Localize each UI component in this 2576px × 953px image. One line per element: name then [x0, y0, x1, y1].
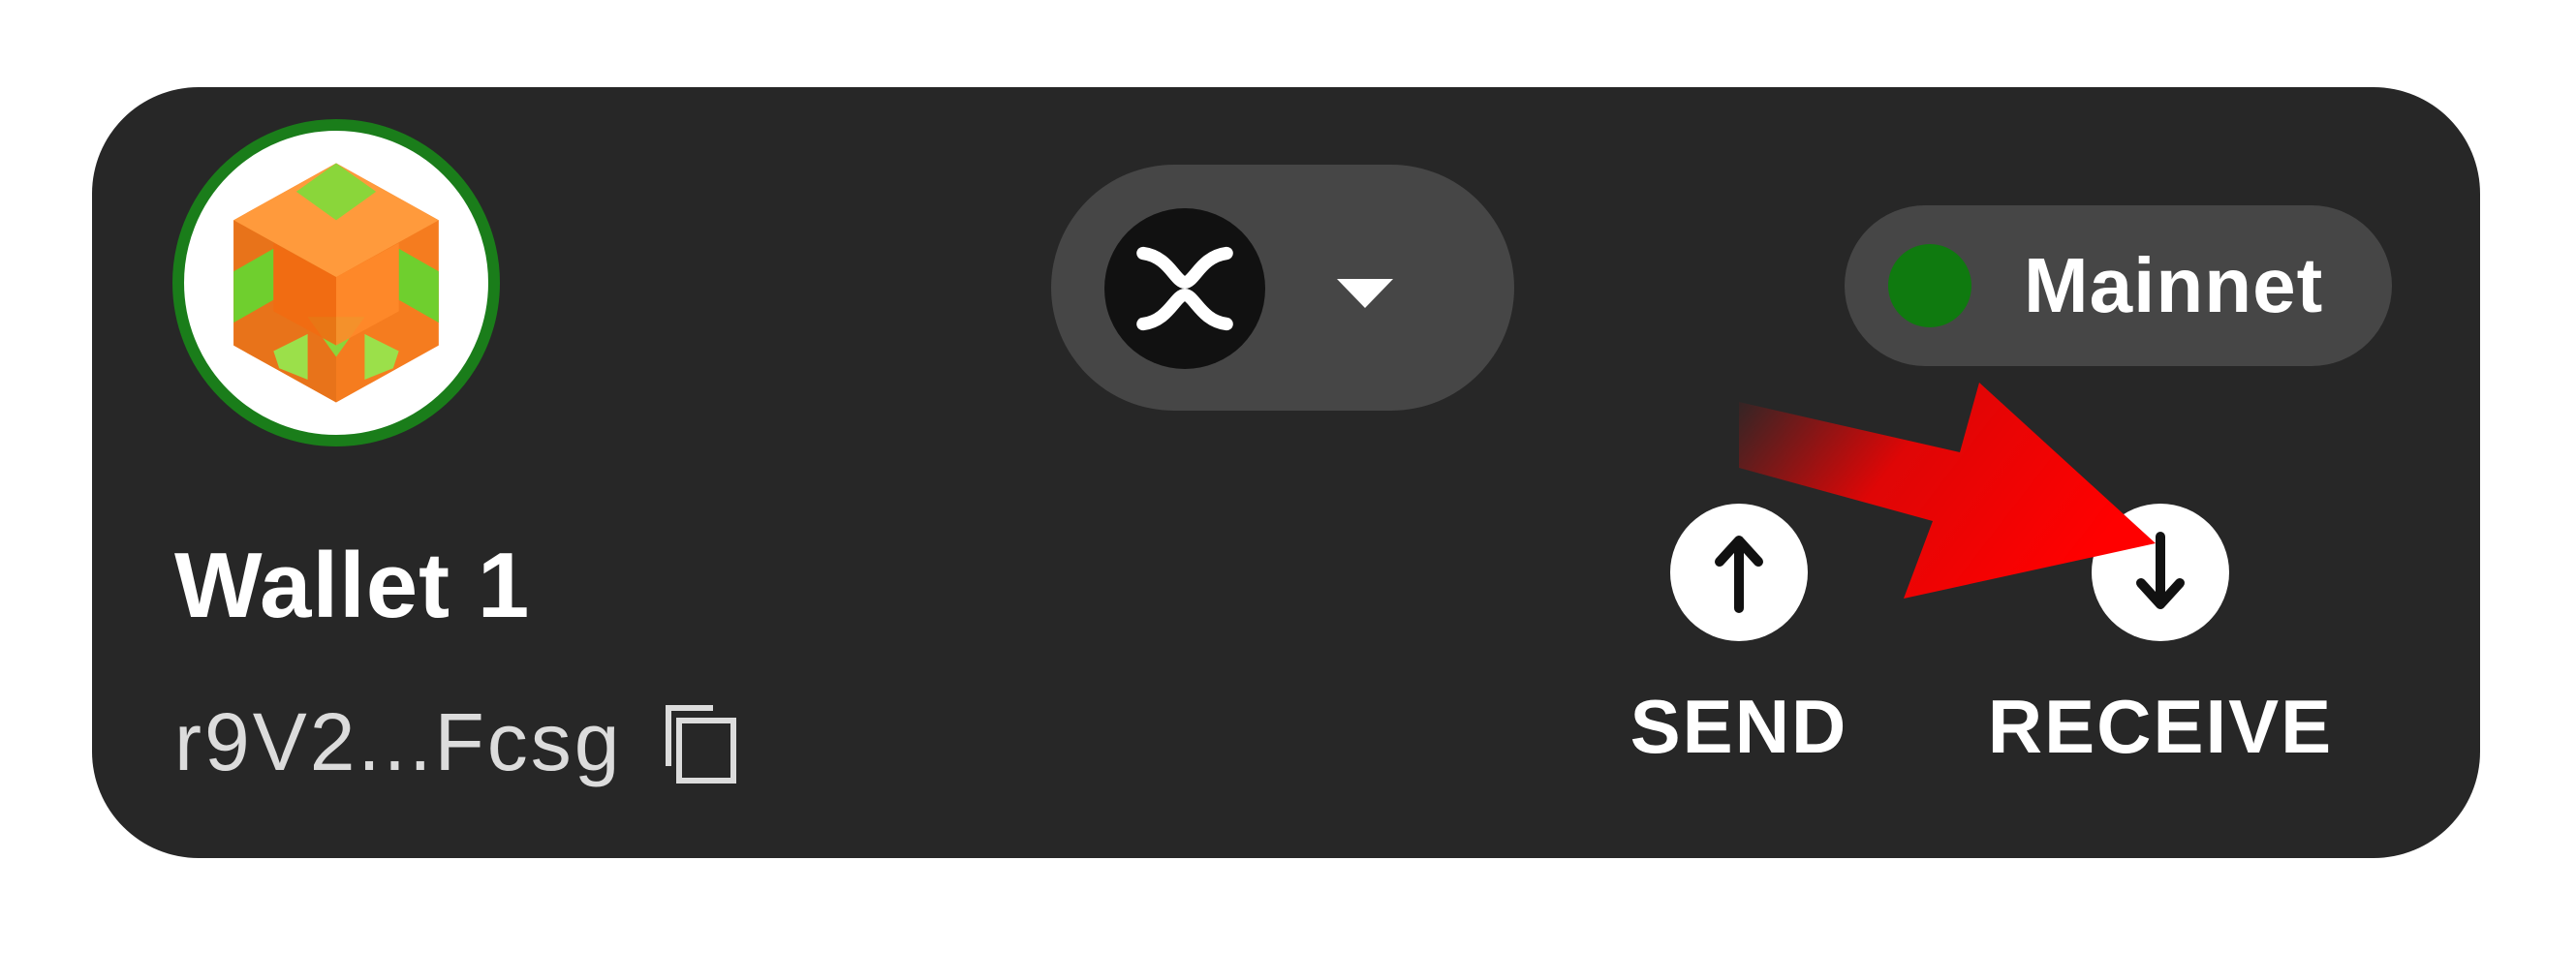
xrp-icon — [1104, 208, 1265, 369]
network-selector[interactable]: Mainnet — [1845, 205, 2392, 366]
receive-label: RECEIVE — [1987, 684, 2334, 769]
wallet-address: r9V2...Fcsg — [174, 696, 623, 787]
avatar-cube-pattern-icon — [194, 140, 479, 425]
wallet-name: Wallet 1 — [174, 534, 531, 637]
address-row: r9V2...Fcsg — [174, 695, 740, 789]
red-arrow-annotation-icon — [1739, 383, 2156, 599]
wallet-avatar[interactable] — [172, 119, 500, 446]
network-label: Mainnet — [2024, 242, 2324, 328]
token-selector[interactable] — [1051, 165, 1514, 411]
copy-icon[interactable] — [661, 700, 740, 785]
send-label: SEND — [1629, 684, 1848, 769]
chevron-down-icon — [1337, 279, 1393, 308]
network-status-dot — [1888, 244, 1971, 327]
wallet-card: Wallet 1 r9V2...Fcsg Mainnet SEND RECEIV… — [92, 87, 2480, 858]
